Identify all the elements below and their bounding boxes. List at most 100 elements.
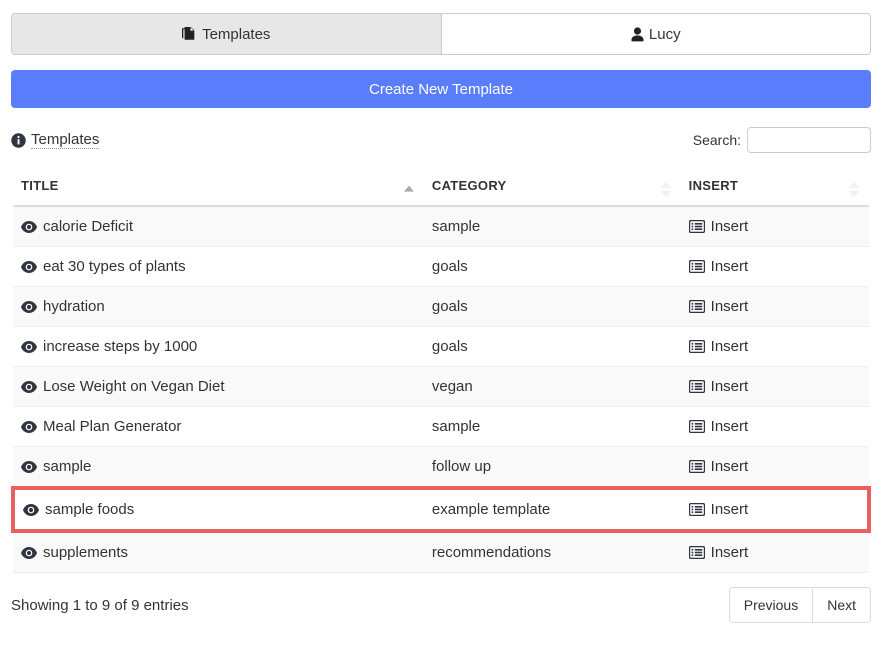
insert-button[interactable]: Insert <box>711 258 749 275</box>
panel-header: Templates Search: <box>11 126 871 154</box>
cell-category: goals <box>423 326 681 367</box>
search-label: Search: <box>692 132 741 148</box>
cell-title: calorie Deficit <box>13 206 424 247</box>
tab-lucy-label: Lucy <box>648 25 681 43</box>
cell-insert: Insert <box>680 246 869 287</box>
insert-button[interactable]: Insert <box>711 298 749 315</box>
table-row[interactable]: sample foods example template Insert <box>11 486 872 533</box>
search-input[interactable] <box>747 127 871 153</box>
tab-bar: Templates Lucy <box>11 13 871 55</box>
column-header-category[interactable]: CATEGORY <box>423 170 681 207</box>
eye-icon[interactable] <box>21 260 37 273</box>
cell-insert: Insert <box>680 366 869 407</box>
cell-insert: Insert <box>680 531 869 573</box>
cell-category: goals <box>423 246 681 287</box>
list-alt-icon <box>688 260 705 273</box>
template-title: hydration <box>43 298 105 315</box>
list-alt-icon <box>688 546 705 559</box>
cell-category: follow up <box>423 446 681 489</box>
list-alt-icon <box>688 300 705 313</box>
table-row[interactable]: Lose Weight on Vegan Diet vegan Insert <box>13 366 869 407</box>
cell-category: recommendations <box>423 531 681 573</box>
column-header-title-label: TITLE <box>21 178 59 193</box>
page-title-label[interactable]: Templates <box>31 131 100 149</box>
cell-title: increase steps by 1000 <box>13 326 424 367</box>
cell-insert: Insert <box>680 446 869 489</box>
cell-category: vegan <box>423 366 681 407</box>
template-category: example template <box>431 501 551 518</box>
table-row[interactable]: sample follow up Insert <box>13 446 869 489</box>
table-row[interactable]: calorie Deficit sample Insert <box>13 206 869 247</box>
eye-icon[interactable] <box>21 460 37 473</box>
table-row[interactable]: increase steps by 1000 goals Insert <box>13 326 869 367</box>
table-body: calorie Deficit sample Insert eat 30 types … <box>11 206 872 573</box>
templates-page: Templates Lucy Create New Template Templ… <box>0 13 882 661</box>
eye-icon[interactable] <box>21 546 37 559</box>
templates-table: TITLE CATEGORY INSERT calorie Deficit sa… <box>11 170 872 573</box>
entries-info: Showing 1 to 9 of 9 entries <box>11 596 189 614</box>
template-category: sample <box>431 218 481 235</box>
next-page-button[interactable]: Next <box>812 588 870 622</box>
table-row[interactable]: eat 30 types of plants goals Insert <box>13 246 869 287</box>
column-header-title[interactable]: TITLE <box>13 170 424 207</box>
template-category: goals <box>431 298 468 315</box>
insert-button[interactable]: Insert <box>711 501 749 518</box>
template-title: increase steps by 1000 <box>43 338 198 355</box>
cell-insert: Insert <box>680 286 869 327</box>
table-header: TITLE CATEGORY INSERT <box>13 170 869 207</box>
insert-button[interactable]: Insert <box>711 378 749 395</box>
cell-insert: Insert <box>680 326 869 367</box>
cell-category: sample <box>423 406 681 447</box>
cell-category: goals <box>423 286 681 327</box>
eye-icon[interactable] <box>21 220 37 233</box>
create-new-template-button[interactable]: Create New Template <box>11 70 871 108</box>
cell-title: Meal Plan Generator <box>13 406 424 447</box>
page-title: Templates <box>11 131 100 149</box>
table-row[interactable]: hydration goals Insert <box>13 286 869 327</box>
cell-insert: Insert <box>680 406 869 447</box>
cell-title: supplements <box>13 531 424 573</box>
list-alt-icon <box>688 220 705 233</box>
previous-page-button[interactable]: Previous <box>729 588 813 622</box>
template-title: calorie Deficit <box>43 218 134 235</box>
insert-button[interactable]: Insert <box>711 544 749 561</box>
user-icon <box>631 26 644 42</box>
pagination: Previous Next <box>728 587 871 623</box>
insert-button[interactable]: Insert <box>711 418 749 435</box>
tab-lucy[interactable]: Lucy <box>440 14 870 54</box>
eye-icon[interactable] <box>23 503 39 516</box>
list-alt-icon <box>688 460 705 473</box>
cell-insert: Insert <box>680 486 872 533</box>
eye-icon[interactable] <box>21 340 37 353</box>
tab-templates[interactable]: Templates <box>12 14 441 54</box>
column-header-insert[interactable]: INSERT <box>680 170 869 207</box>
cell-title: sample <box>13 446 424 489</box>
eye-icon[interactable] <box>21 420 37 433</box>
template-category: goals <box>431 258 468 275</box>
insert-button[interactable]: Insert <box>711 218 749 235</box>
template-category: sample <box>431 418 481 435</box>
template-category: goals <box>431 338 468 355</box>
sort-ascending-icon <box>403 185 414 192</box>
tab-templates-label: Templates <box>202 25 271 43</box>
cell-category: sample <box>423 206 681 247</box>
info-circle-icon[interactable] <box>11 132 26 148</box>
list-alt-icon <box>688 503 705 516</box>
eye-icon[interactable] <box>21 300 37 313</box>
template-title: sample <box>43 458 92 475</box>
template-category: recommendations <box>431 544 552 561</box>
copy-icon <box>182 26 197 42</box>
cell-insert: Insert <box>680 206 869 247</box>
eye-icon[interactable] <box>21 380 37 393</box>
list-alt-icon <box>688 420 705 433</box>
table-row[interactable]: Meal Plan Generator sample Insert <box>13 406 869 447</box>
insert-button[interactable]: Insert <box>711 458 749 475</box>
table-row[interactable]: supplements recommendations Insert <box>13 531 869 573</box>
template-title: Lose Weight on Vegan Diet <box>43 378 225 395</box>
column-header-category-label: CATEGORY <box>431 178 507 193</box>
template-category: follow up <box>431 458 492 475</box>
sort-none-icon <box>849 181 859 197</box>
template-title: sample foods <box>45 501 135 518</box>
insert-button[interactable]: Insert <box>711 338 749 355</box>
cell-title: sample foods <box>11 486 424 533</box>
